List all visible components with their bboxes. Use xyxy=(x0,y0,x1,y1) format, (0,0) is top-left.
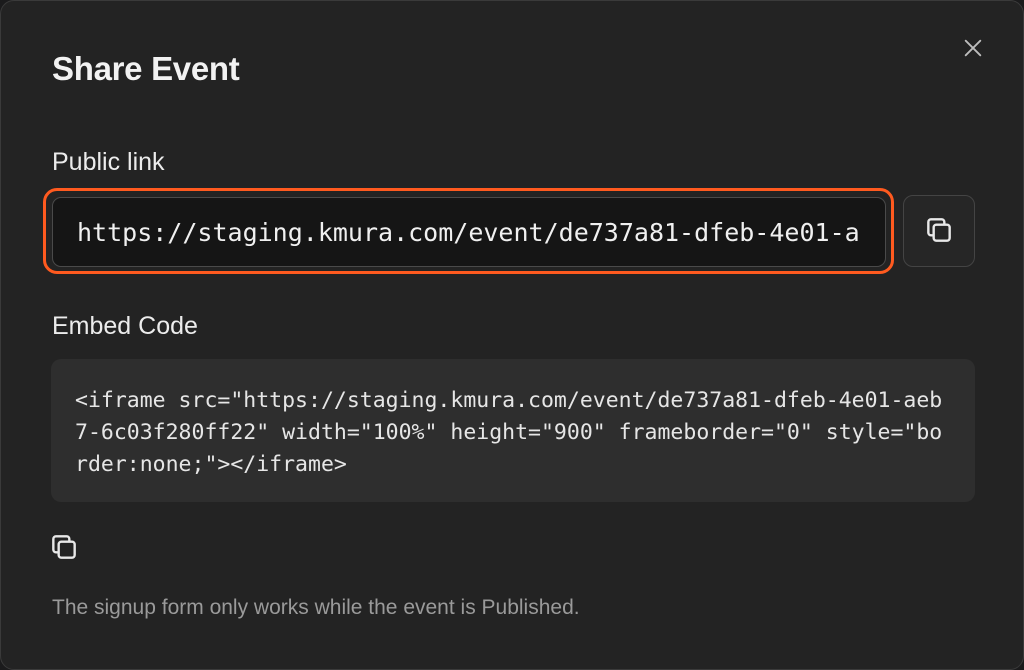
embed-code-label: Embed Code xyxy=(52,312,198,340)
publish-notice: The signup form only works while the eve… xyxy=(52,596,580,619)
dialog-title: Share Event xyxy=(52,50,240,87)
copy-icon xyxy=(923,214,955,249)
close-icon xyxy=(962,37,984,62)
public-link-input[interactable] xyxy=(52,197,886,267)
copy-link-button[interactable] xyxy=(903,195,975,267)
copy-icon xyxy=(48,531,80,566)
public-link-label: Public link xyxy=(52,148,165,176)
embed-code-box[interactable]: <iframe src="https://staging.kmura.com/e… xyxy=(51,359,975,502)
close-button[interactable] xyxy=(955,31,991,67)
copy-embed-button[interactable] xyxy=(45,529,83,567)
share-event-dialog: Share Event Public link Embed Code <ifra… xyxy=(0,0,1024,670)
